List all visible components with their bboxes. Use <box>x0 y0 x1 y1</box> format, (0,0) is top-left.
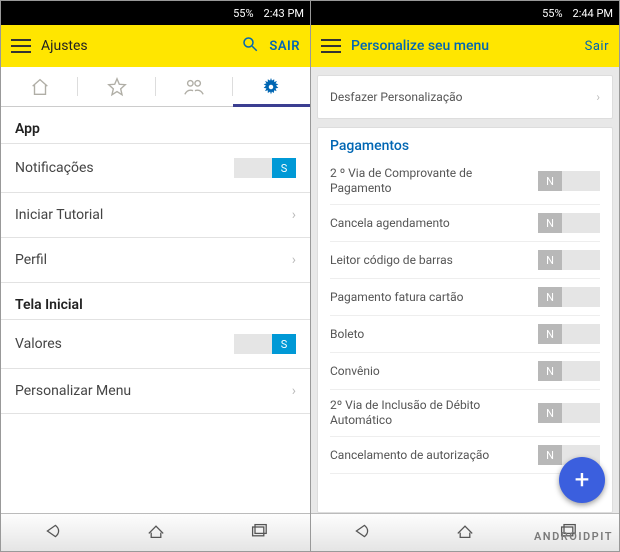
back-button[interactable] <box>350 522 374 544</box>
list-item[interactable]: 2 º Via de Comprovante de Pagamento <box>330 158 600 205</box>
phone-right: 55% 2:44 PM Personalize seu menu Sair De… <box>310 1 619 551</box>
undo-card[interactable]: Desfazer Personalização › <box>317 75 613 119</box>
clock-time: 2:44 PM <box>573 7 613 20</box>
row-label: Notificações <box>15 160 94 176</box>
row-label: Personalizar Menu <box>15 383 131 399</box>
app-topbar: Personalize seu menu Sair <box>311 25 619 67</box>
list-item[interactable]: Boleto <box>330 316 600 353</box>
chevron-right-icon: › <box>596 90 600 104</box>
screenshot-container: 55% 2:43 PM Ajustes SAIR App Notificaçõe… <box>0 0 620 552</box>
list-item[interactable]: Cancelamento de autorização <box>330 437 600 474</box>
battery-pct: 55% <box>233 7 253 20</box>
row-notificacoes[interactable]: Notificações <box>1 144 310 193</box>
chevron-right-icon: › <box>292 383 296 399</box>
row-tutorial[interactable]: Iniciar Tutorial › <box>1 193 310 238</box>
row-label: Perfil <box>15 252 47 268</box>
section-header-app: App <box>1 107 310 144</box>
tab-strip <box>1 67 310 107</box>
logout-link[interactable]: SAIR <box>269 39 300 54</box>
row-label: Iniciar Tutorial <box>15 207 103 223</box>
tab-home[interactable] <box>1 67 78 106</box>
chevron-right-icon: › <box>292 252 296 268</box>
app-topbar: Ajustes SAIR <box>1 25 310 67</box>
tab-people[interactable] <box>156 67 233 106</box>
recent-button[interactable] <box>247 522 271 544</box>
toggle[interactable] <box>538 171 600 191</box>
page-title: Ajustes <box>41 38 231 54</box>
personalize-content: Desfazer Personalização › Pagamentos 2 º… <box>311 67 619 513</box>
tab-favorites[interactable] <box>78 67 155 106</box>
status-bar: 55% 2:44 PM <box>311 1 619 25</box>
chevron-right-icon: › <box>292 207 296 223</box>
android-navbar <box>1 513 310 551</box>
row-valores[interactable]: Valores <box>1 320 310 369</box>
toggle[interactable] <box>538 361 600 381</box>
list-item[interactable]: Pagamento fatura cartão <box>330 279 600 316</box>
phone-left: 55% 2:43 PM Ajustes SAIR App Notificaçõe… <box>1 1 310 551</box>
row-perfil[interactable]: Perfil › <box>1 238 310 283</box>
status-bar: 55% 2:43 PM <box>1 1 310 25</box>
toggle[interactable] <box>538 324 600 344</box>
home-button[interactable] <box>144 522 168 544</box>
toggle-valores[interactable] <box>234 334 296 354</box>
clock-time: 2:43 PM <box>264 7 304 20</box>
toggle-notificacoes[interactable] <box>234 158 296 178</box>
list-item[interactable]: Convênio <box>330 353 600 390</box>
toggle[interactable] <box>538 403 600 423</box>
fab-add[interactable]: + <box>559 457 605 503</box>
tab-settings[interactable] <box>233 67 310 106</box>
home-button[interactable] <box>453 522 477 544</box>
toggle[interactable] <box>538 250 600 270</box>
toggle[interactable] <box>538 213 600 233</box>
toggle[interactable] <box>538 287 600 307</box>
back-button[interactable] <box>41 522 65 544</box>
row-personalizar[interactable]: Personalizar Menu › <box>1 369 310 414</box>
section-header-tela: Tela Inicial <box>1 283 310 320</box>
list-item[interactable]: 2º Via de Inclusão de Débito Automático <box>330 390 600 437</box>
list-item[interactable]: Cancela agendamento <box>330 205 600 242</box>
settings-content: App Notificações Iniciar Tutorial › Perf… <box>1 107 310 513</box>
category-header: Pagamentos <box>330 138 600 158</box>
list-item[interactable]: Leitor código de barras <box>330 242 600 279</box>
recent-button[interactable] <box>556 522 580 544</box>
undo-label: Desfazer Personalização <box>330 90 462 104</box>
logout-link[interactable]: Sair <box>585 39 609 54</box>
menu-icon[interactable] <box>321 39 341 53</box>
pagamentos-card: Pagamentos 2 º Via de Comprovante de Pag… <box>317 127 613 513</box>
row-label: Valores <box>15 336 62 352</box>
menu-icon[interactable] <box>11 39 31 53</box>
page-title: Personalize seu menu <box>351 38 575 54</box>
battery-pct: 55% <box>542 7 562 20</box>
search-icon[interactable] <box>241 35 259 57</box>
android-navbar <box>311 513 619 551</box>
